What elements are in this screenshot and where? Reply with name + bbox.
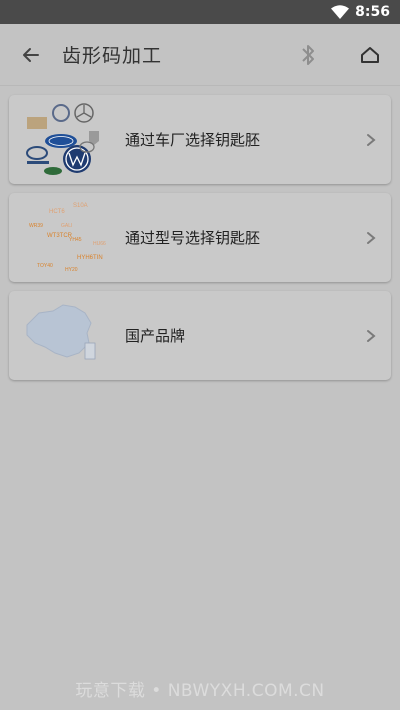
menu-item-label: 国产品牌	[125, 327, 186, 345]
chevron-right-icon	[351, 133, 391, 147]
home-icon	[361, 46, 379, 63]
back-arrow-icon	[23, 47, 39, 62]
bluetooth-icon	[302, 44, 314, 65]
key-code-label: HY20	[65, 267, 78, 273]
chevron-right-icon	[351, 329, 391, 343]
home-button[interactable]	[348, 24, 392, 86]
wifi-icon	[331, 5, 350, 19]
status-time: 8:56	[355, 4, 390, 20]
key-code-label: HU66	[93, 241, 106, 247]
page-title: 齿形码加工	[62, 45, 163, 67]
key-code-label: HYH6TIN	[77, 255, 103, 261]
key-code-label: GALI	[61, 223, 72, 229]
menu-item-label: 通过型号选择钥匙胚	[125, 229, 261, 247]
app-bar: 齿形码加工	[0, 24, 400, 86]
key-code-label: S10A	[73, 203, 88, 209]
menu-item-by-model[interactable]: HCT6 S10A WR39 GALI WT3TCR YH45 HYH6TIN …	[9, 193, 391, 282]
menu-item-domestic-brands[interactable]: 国产品牌	[9, 291, 391, 380]
menu-item-by-manufacturer[interactable]: 通过车厂选择钥匙胚	[9, 95, 391, 184]
menu-item-label: 通过车厂选择钥匙胚	[125, 131, 261, 149]
key-code-label: TOY40	[37, 263, 53, 269]
key-code-label: WR39	[29, 223, 43, 229]
key-model-codes-thumbnail: HCT6 S10A WR39 GALI WT3TCR YH45 HYH6TIN …	[9, 193, 119, 282]
back-button[interactable]	[0, 24, 62, 86]
car-brand-logos-thumbnail	[9, 95, 119, 184]
key-code-label: HCT6	[49, 209, 65, 215]
watermark: 玩意下载 • NBWYXH.COM.CN	[75, 681, 325, 701]
chevron-right-icon	[351, 231, 391, 245]
key-code-label: YH45	[69, 237, 82, 243]
status-bar: 8:56	[0, 0, 400, 24]
china-map-thumbnail	[9, 291, 119, 380]
bluetooth-button[interactable]	[286, 24, 330, 86]
